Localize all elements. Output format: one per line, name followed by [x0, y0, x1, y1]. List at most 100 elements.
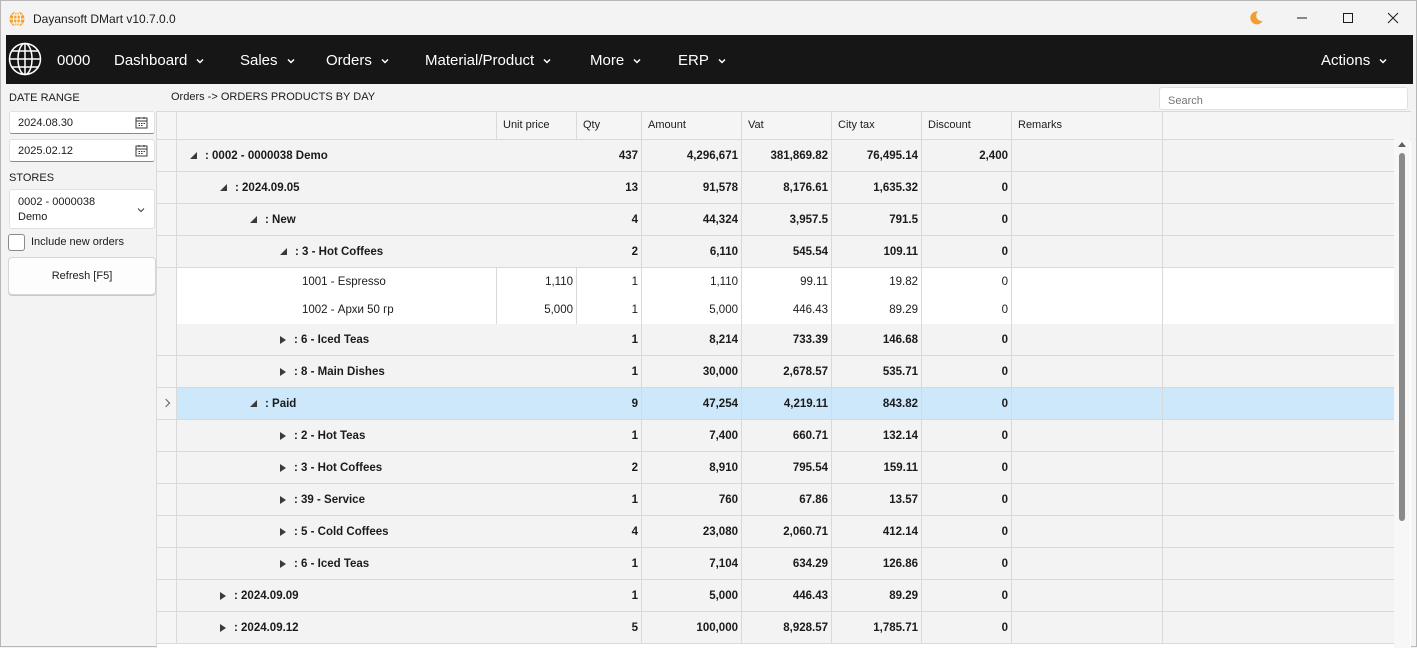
group-row[interactable]: : 0002 - 0000038 Demo 437 4,296,671 381,869…: [157, 140, 1394, 172]
qty-cell: 13: [577, 172, 642, 203]
group-row[interactable]: : Paid 9 47,254 4,219.11 843.82 0: [157, 388, 1394, 420]
group-row[interactable]: : 3 - Hot Coffees 2 6,110 545.54 109.11 0: [157, 236, 1394, 268]
calendar-icon[interactable]: [135, 116, 148, 129]
group-row[interactable]: : 5 - Cold Coffees 4 23,080 2,060.71 412.14 0: [157, 516, 1394, 548]
expand-arrow-icon[interactable]: [280, 495, 286, 504]
scroll-up-icon[interactable]: [1398, 142, 1406, 147]
row-selector[interactable]: [157, 140, 177, 171]
nav-sales[interactable]: Sales: [240, 52, 296, 69]
store-select[interactable]: 0002 - 0000038 Demo: [9, 189, 155, 229]
expand-arrow-icon[interactable]: [280, 335, 286, 344]
nav-orders[interactable]: Orders: [326, 52, 390, 69]
row-selector[interactable]: [157, 204, 177, 235]
chevron-down-icon: [543, 58, 551, 64]
row-selector[interactable]: [157, 172, 177, 203]
group-row[interactable]: : 6 - Iced Teas 1 8,214 733.39 146.68 0: [157, 324, 1394, 356]
filler-cell: [1163, 516, 1394, 547]
minimize-button[interactable]: [1279, 1, 1325, 35]
expand-arrow-icon[interactable]: [220, 591, 226, 600]
date-to-field[interactable]: 2025.02.12: [9, 139, 155, 162]
collapse-arrow-icon[interactable]: [190, 152, 197, 159]
remarks-cell: [1012, 172, 1163, 203]
row-selector[interactable]: [157, 420, 177, 451]
row-selector[interactable]: [157, 324, 177, 355]
header-city-tax[interactable]: City tax: [832, 112, 922, 140]
orders-grid: Unit price Qty Amount Vat City tax Disco…: [156, 111, 1411, 648]
row-selector[interactable]: [157, 236, 177, 267]
group-row[interactable]: : 39 - Service 1 760 67.86 13.57 0: [157, 484, 1394, 516]
product-row[interactable]: 1002 - Архи 50 гр 5,000 1 5,000 446.43 89.29 0: [157, 296, 1394, 324]
row-name: : 39 - Service: [294, 493, 365, 506]
nav-more[interactable]: More: [590, 52, 642, 69]
close-button[interactable]: [1370, 1, 1416, 35]
row-selector[interactable]: [157, 388, 177, 419]
expand-arrow-icon[interactable]: [280, 463, 286, 472]
group-row[interactable]: : 2024.09.09 1 5,000 446.43 89.29 0: [157, 580, 1394, 612]
expand-arrow-icon[interactable]: [220, 623, 226, 632]
row-name-cell: : 3 - Hot Coffees: [177, 236, 577, 267]
city-tax-cell: 19.82: [832, 268, 922, 296]
row-selector[interactable]: [157, 516, 177, 547]
discount-cell: 0: [922, 204, 1012, 235]
collapse-arrow-icon[interactable]: [250, 216, 257, 223]
theme-toggle-button[interactable]: [1233, 1, 1279, 35]
row-selector[interactable]: [157, 484, 177, 515]
nav-material-product[interactable]: Material/Product: [425, 52, 552, 69]
collapse-arrow-icon[interactable]: [220, 184, 227, 191]
amount-cell: 91,578: [642, 172, 742, 203]
row-selector[interactable]: [157, 612, 177, 643]
collapse-arrow-icon[interactable]: [250, 400, 257, 407]
row-name: : 6 - Iced Teas: [294, 333, 370, 346]
expand-arrow-icon[interactable]: [280, 367, 286, 376]
header-vat[interactable]: Vat: [742, 112, 832, 140]
store-code[interactable]: 0000: [57, 52, 90, 69]
row-selector[interactable]: [157, 296, 177, 324]
vat-cell: 99.11: [742, 268, 832, 296]
amount-cell: 8,910: [642, 452, 742, 483]
collapse-arrow-icon[interactable]: [280, 248, 287, 255]
filler-cell: [1163, 268, 1394, 296]
filler-cell: [1163, 324, 1394, 355]
header-remarks[interactable]: Remarks: [1012, 112, 1163, 140]
row-name-cell: : 2 - Hot Teas: [177, 420, 577, 451]
group-row[interactable]: : 6 - Iced Teas 1 7,104 634.29 126.86 0: [157, 548, 1394, 580]
maximize-button[interactable]: [1325, 1, 1371, 35]
grid-header: Unit price Qty Amount Vat City tax Disco…: [157, 112, 1411, 140]
group-row[interactable]: : 2024.09.12 5 100,000 8,928.57 1,785.71 0: [157, 612, 1394, 644]
search-input[interactable]: [1159, 87, 1408, 110]
group-row[interactable]: : 3 - Hot Coffees 2 8,910 795.54 159.11 0: [157, 452, 1394, 484]
product-row[interactable]: 1001 - Espresso 1,110 1 1,110 99.11 19.82 0: [157, 268, 1394, 296]
nav-dashboard[interactable]: Dashboard: [114, 52, 205, 69]
date-from-field[interactable]: 2024.08.30: [9, 111, 155, 134]
header-qty[interactable]: Qty: [577, 112, 642, 140]
group-row[interactable]: : New 4 44,324 3,957.5 791.5 0: [157, 204, 1394, 236]
row-selector[interactable]: [157, 580, 177, 611]
filler-cell: [1163, 452, 1394, 483]
include-new-orders-checkbox[interactable]: [8, 234, 25, 251]
row-selector[interactable]: [157, 548, 177, 579]
nav-actions[interactable]: Actions: [1321, 52, 1388, 69]
header-discount[interactable]: Discount: [922, 112, 1012, 140]
nav-more-label: More: [590, 52, 625, 69]
expand-arrow-icon[interactable]: [280, 559, 286, 568]
row-selector[interactable]: [157, 452, 177, 483]
nav-erp[interactable]: ERP: [678, 52, 727, 69]
header-name[interactable]: [177, 112, 497, 140]
city-tax-cell: 109.11: [832, 236, 922, 267]
main-navbar: 0000 Dashboard Sales Orders Material/Pro…: [6, 35, 1413, 84]
group-row[interactable]: : 2024.09.05 13 91,578 8,176.61 1,635.32 0: [157, 172, 1394, 204]
refresh-button[interactable]: Refresh [F5]: [8, 257, 156, 295]
header-unit-price[interactable]: Unit price: [497, 112, 577, 140]
header-amount[interactable]: Amount: [642, 112, 742, 140]
group-row[interactable]: : 8 - Main Dishes 1 30,000 2,678.57 535.71 0: [157, 356, 1394, 388]
row-selector[interactable]: [157, 268, 177, 296]
grid-scrollbar[interactable]: [1394, 139, 1410, 648]
group-row[interactable]: : 2 - Hot Teas 1 7,400 660.71 132.14 0: [157, 420, 1394, 452]
calendar-icon[interactable]: [135, 144, 148, 157]
row-selector[interactable]: [157, 356, 177, 387]
expand-arrow-icon[interactable]: [280, 431, 286, 440]
scroll-thumb[interactable]: [1399, 153, 1405, 521]
globe-logo-icon[interactable]: [8, 42, 42, 76]
expand-arrow-icon[interactable]: [280, 527, 286, 536]
vat-cell: 2,060.71: [742, 516, 832, 547]
